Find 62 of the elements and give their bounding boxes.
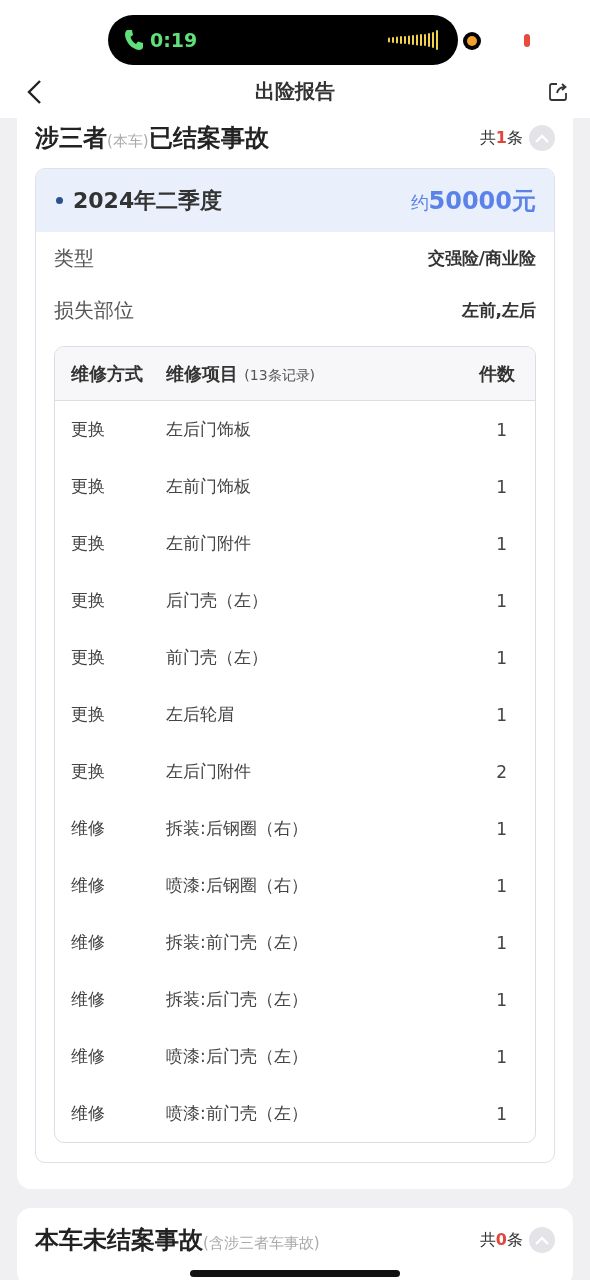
table-cell-text: 1 [495, 875, 507, 896]
table-cell-text: 维修 [71, 1045, 106, 1068]
share-button[interactable] [548, 81, 568, 102]
table-cell-text: 拆装:后门壳（左） [166, 988, 309, 1011]
page-title: 出险报告 [255, 78, 335, 105]
table-cell-text: 1 [495, 1046, 507, 1067]
table-cell-text: 更换 [71, 589, 106, 612]
column-header: 维修项目 (13条记录) [166, 361, 317, 386]
phone-icon [124, 28, 144, 51]
table-cell-text: 左后门附件 [166, 760, 252, 783]
table-cell-text: 喷漆:后门壳（左） [166, 1045, 309, 1068]
table-cell-text: 1 [495, 818, 507, 839]
record-count: 共0条 [479, 1229, 523, 1251]
call-time: 0:19 [150, 28, 198, 51]
table-cell-text: 左后门饰板 [166, 418, 252, 441]
record-period: 2024年二季度 [73, 186, 223, 215]
mic-indicator-icon [524, 34, 530, 47]
camera-dot-icon [462, 31, 482, 51]
chevron-up-icon [535, 133, 549, 143]
table-cell-text: 更换 [71, 532, 106, 555]
table-cell-text: 更换 [71, 475, 106, 498]
detail-label: 损失部位 [54, 296, 134, 324]
table-cell-text: 维修 [71, 817, 106, 840]
detail-value: 左前,左后 [461, 298, 536, 322]
table-cell-text: 更换 [71, 760, 106, 783]
table-cell-text: 1 [495, 647, 507, 668]
column-header: 维修方式 [71, 361, 144, 386]
chevron-up-icon [535, 1235, 549, 1245]
table-cell-text: 更换 [71, 703, 106, 726]
table-cell-text: 维修 [71, 931, 106, 954]
table-cell-text: 拆装:前门壳（左） [166, 931, 309, 954]
table-cell-text: 1 [495, 1103, 507, 1124]
table-cell-text: 后门壳（左） [166, 589, 269, 612]
section-title: 本车未结案事故(含涉三者车事故) [35, 1225, 320, 1256]
table-cell-text: 拆装:后钢圈（右） [166, 817, 309, 840]
section-title: 涉三者(本车)已结案事故 [35, 123, 269, 154]
table-cell-text: 1 [495, 989, 507, 1010]
table-cell-text: 左前门附件 [166, 532, 252, 555]
detail-value: 交强险/商业险 [427, 246, 536, 270]
bullet-icon [56, 197, 63, 204]
table-cell-text: 喷漆:后钢圈（右） [166, 874, 309, 897]
record-count: 共1条 [479, 127, 523, 149]
table-cell-text: 维修 [71, 988, 106, 1011]
table-cell-text: 更换 [71, 646, 106, 669]
column-header: 件数 [477, 361, 515, 386]
table-cell-text: 左前门饰板 [166, 475, 252, 498]
table-cell-text: 维修 [71, 1102, 106, 1125]
table-cell-text: 1 [495, 419, 507, 440]
table-cell-text: 1 [495, 533, 507, 554]
table-cell-text: 1 [495, 932, 507, 953]
table-cell-text: 左后轮眉 [166, 703, 235, 726]
table-cell-text: 更换 [71, 418, 106, 441]
table-cell-text: 1 [495, 704, 507, 725]
table-cell-text: 1 [495, 590, 507, 611]
table-cell-text: 喷漆:前门壳（左） [166, 1102, 309, 1125]
table-cell-text: 1 [495, 476, 507, 497]
back-button[interactable] [26, 78, 42, 105]
table-cell-text: 前门壳（左） [166, 646, 269, 669]
table-cell-text: 2 [495, 761, 507, 782]
detail-label: 类型 [54, 244, 94, 272]
table-cell-text: 维修 [71, 874, 106, 897]
loss-amount: 约50000元 [410, 185, 536, 217]
